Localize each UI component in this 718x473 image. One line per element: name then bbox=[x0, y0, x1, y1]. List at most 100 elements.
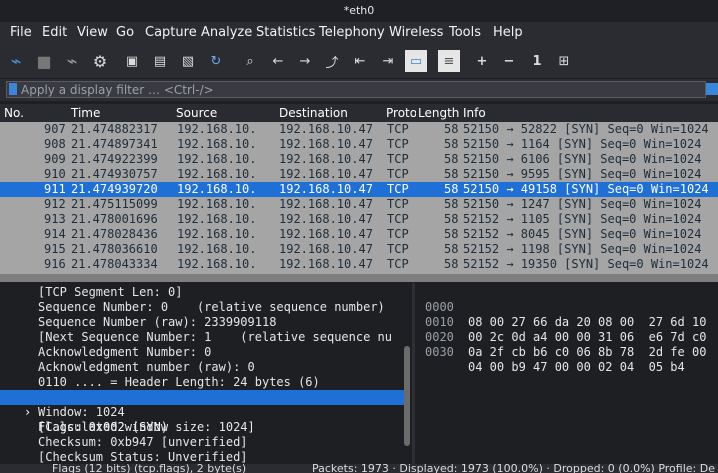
packet-length: 58 bbox=[444, 212, 459, 226]
detail-line[interactable]: [Calculated window size: 1024] bbox=[0, 420, 410, 435]
shark-fin-restart-icon[interactable]: ⌁ bbox=[61, 50, 83, 72]
first-packet-icon[interactable]: ⇤ bbox=[349, 50, 371, 72]
packet-protocol: TCP bbox=[387, 227, 409, 241]
packet-no: 916 bbox=[44, 257, 66, 271]
detail-line[interactable]: [Checksum Status: Unverified] bbox=[0, 450, 410, 465]
column-header-source[interactable]: Source bbox=[176, 106, 217, 120]
detail-line[interactable]: [TCP Segment Len: 0] bbox=[0, 285, 410, 300]
display-filter-input[interactable]: Apply a display filter … <Ctrl-/> bbox=[6, 81, 706, 98]
packet-row[interactable]: 908 21.474897341 192.168.10. 192.168.10.… bbox=[0, 137, 718, 152]
hex-line: 0030 04 00 b9 47 00 00 02 04 05 b4 bbox=[416, 330, 718, 374]
packet-row[interactable]: 914 21.478028436 192.168.10. 192.168.10.… bbox=[0, 227, 718, 242]
packet-destination: 192.168.10.47 bbox=[279, 152, 373, 166]
packet-protocol: TCP bbox=[387, 257, 409, 271]
packet-info: 52152 → 1105 [SYN] Seq=0 Win=1024 bbox=[463, 212, 702, 226]
detail-line[interactable]: Sequence Number (raw): 2339909118 bbox=[0, 315, 410, 330]
detail-line[interactable]: 0110 .... = Header Length: 24 bytes (6) bbox=[0, 375, 410, 390]
detail-line[interactable]: [Next Sequence Number: 1 (relative seque… bbox=[0, 330, 410, 345]
hex-line: 0000 08 00 27 66 da 20 08 00 27 6d 10 bbox=[416, 285, 718, 329]
menu-capture[interactable]: Capture bbox=[145, 25, 197, 40]
packet-info: 52150 → 6106 [SYN] Seq=0 Win=1024 bbox=[463, 152, 702, 166]
autoscroll-icon[interactable]: ▭ bbox=[405, 50, 427, 72]
packet-length: 58 bbox=[444, 122, 459, 136]
menu-analyze[interactable]: Analyze bbox=[201, 25, 252, 40]
colorize-icon[interactable]: ≡ bbox=[438, 50, 460, 72]
column-header-length[interactable]: Length bbox=[418, 106, 459, 120]
column-header-time[interactable]: Time bbox=[71, 106, 100, 120]
packet-row[interactable]: 909 21.474922399 192.168.10. 192.168.10.… bbox=[0, 152, 718, 167]
packet-no: 909 bbox=[44, 152, 66, 166]
packet-protocol: TCP bbox=[387, 212, 409, 226]
jump-to-icon[interactable]: ⤴ bbox=[321, 50, 343, 72]
packet-time: 21.474939720 bbox=[71, 182, 158, 196]
detail-line-flags-selected[interactable]: › Flags: 0x002 (SYN) bbox=[0, 390, 410, 434]
column-header-destination[interactable]: Destination bbox=[279, 106, 348, 120]
detail-line[interactable]: Sequence Number: 0 (relative sequence nu… bbox=[0, 300, 410, 315]
details-scrollbar[interactable] bbox=[404, 346, 410, 446]
menu-help[interactable]: Help bbox=[493, 25, 523, 40]
packet-source: 192.168.10. bbox=[177, 257, 257, 271]
apply-filter-arrow-icon[interactable] bbox=[706, 83, 718, 95]
detail-line[interactable]: Acknowledgment Number: 0 bbox=[0, 345, 410, 360]
packet-row[interactable]: 916 21.478043334 192.168.10. 192.168.10.… bbox=[0, 257, 718, 272]
detail-line[interactable]: Acknowledgment number (raw): 0 bbox=[0, 360, 410, 375]
back-arrow-icon[interactable]: ← bbox=[267, 50, 289, 72]
menu-file[interactable]: File bbox=[10, 25, 32, 40]
packet-row[interactable]: 907 21.474882317 192.168.10. 192.168.10.… bbox=[0, 122, 718, 137]
forward-arrow-icon[interactable]: → bbox=[294, 50, 316, 72]
file-icon[interactable]: ▤ bbox=[149, 50, 171, 72]
shark-fin-start-icon[interactable]: ⌁ bbox=[5, 50, 27, 72]
packet-list-scrollbar[interactable] bbox=[0, 274, 718, 282]
zoom-in-icon[interactable]: + bbox=[471, 50, 493, 72]
menu-telephony[interactable]: Telephony bbox=[319, 25, 385, 40]
packet-time: 21.474897341 bbox=[71, 137, 158, 151]
bookmark-icon[interactable] bbox=[9, 83, 17, 95]
hex-bytes[interactable]: 0a 2f cb b6 c0 06 8b 78 2d fe 00 bbox=[468, 345, 706, 360]
open-file-icon[interactable]: ▣ bbox=[121, 50, 143, 72]
packet-list-header: No. Time Source Destination Proto Length… bbox=[0, 104, 718, 122]
pane-splitter[interactable] bbox=[412, 283, 415, 473]
last-packet-icon[interactable]: ⇥ bbox=[377, 50, 399, 72]
packet-destination: 192.168.10.47 bbox=[279, 257, 373, 271]
close-file-icon[interactable]: ▧ bbox=[177, 50, 199, 72]
menu-view[interactable]: View bbox=[77, 25, 108, 40]
reload-icon[interactable]: ↻ bbox=[205, 50, 227, 72]
menu-edit[interactable]: Edit bbox=[42, 25, 67, 40]
packet-length: 58 bbox=[444, 137, 459, 151]
resize-columns-icon[interactable]: ⊞ bbox=[553, 50, 575, 72]
packet-row[interactable]: 913 21.478001696 192.168.10. 192.168.10.… bbox=[0, 212, 718, 227]
menu-statistics[interactable]: Statistics bbox=[256, 25, 315, 40]
detail-text: [Checksum Status: Unverified] bbox=[38, 450, 248, 464]
packet-protocol: TCP bbox=[387, 167, 409, 181]
packet-row[interactable]: 915 21.478036610 192.168.10. 192.168.10.… bbox=[0, 242, 718, 257]
detail-text: Checksum: 0xb947 [unverified] bbox=[38, 435, 248, 449]
normal-size-icon[interactable]: 1 bbox=[526, 50, 548, 72]
detail-text: Acknowledgment Number: 0 bbox=[38, 345, 212, 359]
detail-line[interactable]: Window: 1024 bbox=[0, 405, 410, 420]
packet-destination: 192.168.10.47 bbox=[279, 182, 373, 196]
packet-destination: 192.168.10.47 bbox=[279, 137, 373, 151]
packet-destination: 192.168.10.47 bbox=[279, 197, 373, 211]
detail-line[interactable]: Checksum: 0xb947 [unverified] bbox=[0, 435, 410, 450]
column-header-protocol[interactable]: Proto bbox=[386, 106, 416, 120]
packet-source: 192.168.10. bbox=[177, 152, 257, 166]
packet-source: 192.168.10. bbox=[177, 227, 257, 241]
gear-options-icon[interactable]: ⚙ bbox=[89, 50, 111, 72]
search-icon[interactable]: ⌕ bbox=[239, 50, 261, 72]
menu-go[interactable]: Go bbox=[116, 25, 134, 40]
packet-row-selected[interactable]: 911 21.474939720 192.168.10. 192.168.10.… bbox=[0, 182, 718, 197]
packet-no: 910 bbox=[44, 167, 66, 181]
packet-info: 52150 → 9595 [SYN] Seq=0 Win=1024 bbox=[463, 167, 702, 181]
menu-wireless[interactable]: Wireless bbox=[389, 25, 443, 40]
packet-length: 58 bbox=[444, 242, 459, 256]
stop-square-icon[interactable]: ■ bbox=[33, 50, 55, 72]
menu-tools[interactable]: Tools bbox=[449, 25, 481, 40]
hex-bytes[interactable]: 04 00 b9 47 00 00 02 04 05 b4 bbox=[468, 360, 685, 375]
column-header-info[interactable]: Info bbox=[463, 106, 486, 120]
zoom-out-icon[interactable]: − bbox=[498, 50, 520, 72]
packet-protocol: TCP bbox=[387, 242, 409, 256]
packet-row[interactable]: 910 21.474930757 192.168.10. 192.168.10.… bbox=[0, 167, 718, 182]
packet-row[interactable]: 912 21.475115099 192.168.10. 192.168.10.… bbox=[0, 197, 718, 212]
column-header-no[interactable]: No. bbox=[4, 106, 24, 120]
status-bar: Flags (12 bits) (tcp.flags), 2 byte(s) P… bbox=[0, 464, 718, 473]
